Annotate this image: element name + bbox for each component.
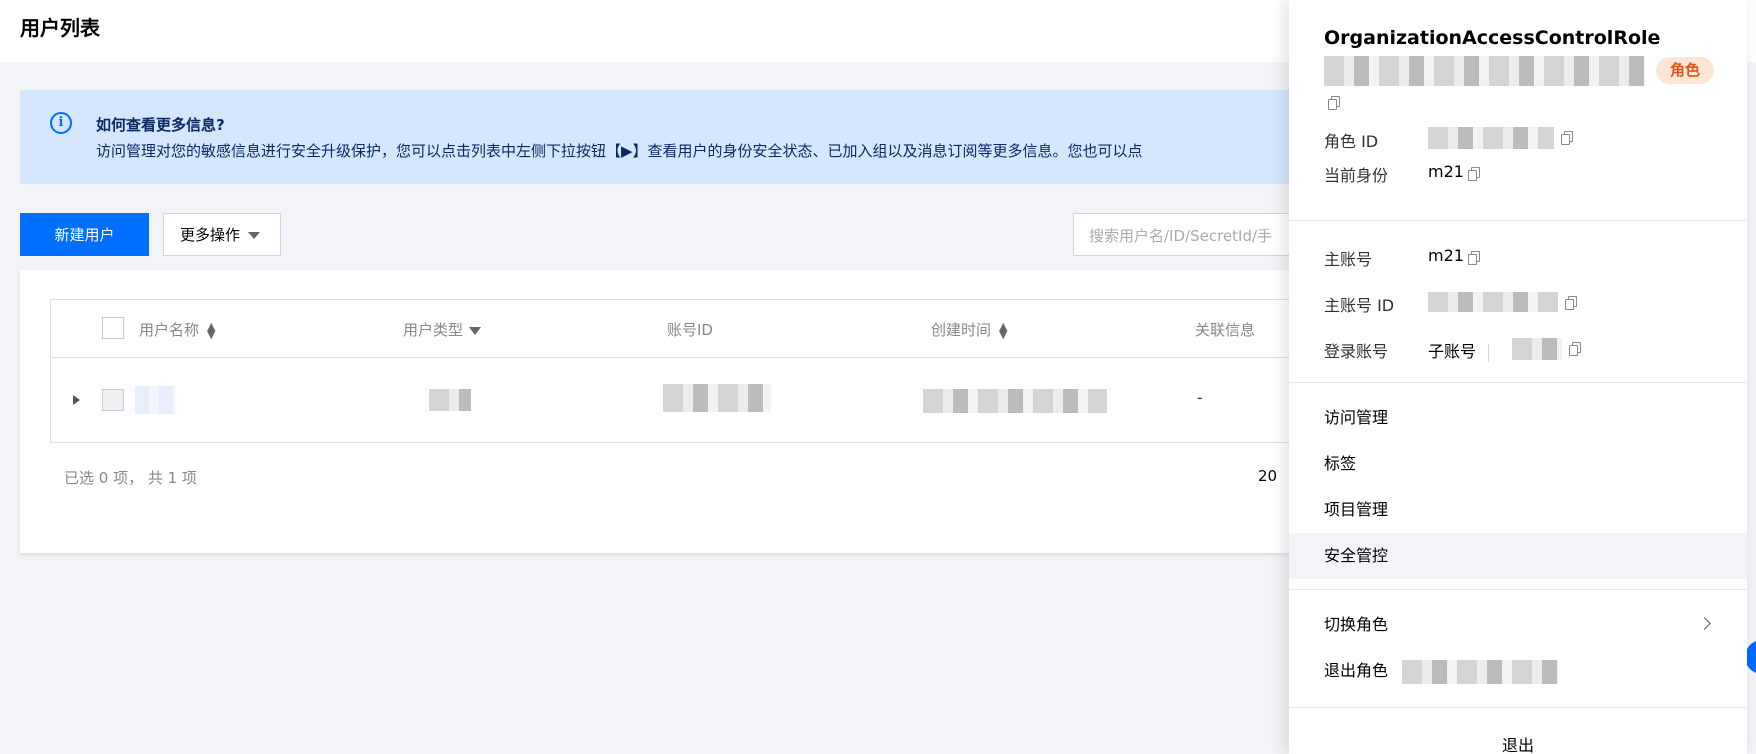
column-created-time[interactable]: 创建时间 ▲ ▼ <box>931 319 1007 340</box>
main-account-value: m21 <box>1428 246 1480 265</box>
filter-icon[interactable] <box>469 326 482 335</box>
caret-down-icon <box>248 232 261 239</box>
menu-divider <box>1289 382 1747 383</box>
menu-item-security-control[interactable]: 安全管控 <box>1289 533 1747 579</box>
copy-icon[interactable] <box>1569 342 1581 356</box>
table-header: 用户名称 ▲ ▼ 用户类型 账号ID 创建时间 ▲ ▼ 关联信息 <box>51 300 1349 358</box>
column-account-id: 账号ID <box>667 321 713 339</box>
role-badge: 角色 <box>1656 57 1714 84</box>
redacted-created-time <box>923 389 1107 413</box>
page-title: 用户列表 <box>20 16 100 40</box>
info-title: 如何查看更多信息? <box>96 116 225 134</box>
sort-icon[interactable]: ▲ ▼ <box>999 321 1007 340</box>
column-user-type[interactable]: 用户类型 <box>403 319 482 340</box>
menu-item-project-management[interactable]: 项目管理 <box>1289 487 1747 533</box>
select-all-checkbox[interactable] <box>102 317 124 339</box>
copy-icon[interactable] <box>1565 296 1577 310</box>
user-table: 用户名称 ▲ ▼ 用户类型 账号ID 创建时间 ▲ ▼ 关联信息 - <box>50 299 1350 443</box>
table-row: - <box>51 358 1349 443</box>
more-actions-button[interactable]: 更多操作 <box>163 213 281 256</box>
login-account-label: 登录账号 <box>1324 342 1389 361</box>
separator <box>1488 343 1490 362</box>
copy-icon[interactable] <box>1328 96 1340 110</box>
redacted-user-type <box>429 389 471 411</box>
redacted-account-id <box>663 384 771 412</box>
logout-button[interactable]: 退出 <box>1289 732 1747 754</box>
info-icon: i <box>50 112 72 134</box>
current-identity-label: 当前身份 <box>1324 166 1389 185</box>
linked-info-value: - <box>1197 388 1203 407</box>
sort-icon[interactable]: ▲ ▼ <box>207 321 215 340</box>
column-linked-info: 关联信息 <box>1195 321 1256 339</box>
redacted-main-account-id <box>1428 292 1558 312</box>
expand-row-icon[interactable] <box>73 395 80 405</box>
copy-icon[interactable] <box>1467 250 1480 265</box>
chevron-right-icon <box>1698 617 1711 630</box>
row-checkbox <box>102 389 124 411</box>
info-text: 访问管理对您的敏感信息进行安全升级保护，您可以点击列表中左侧下拉按钮【▶】查看用… <box>96 142 1143 160</box>
account-dropdown-menu: OrganizationAccessControlRole 角色 角色 ID 当… <box>1289 0 1747 754</box>
menu-item-tags[interactable]: 标签 <box>1289 441 1747 487</box>
redacted-username[interactable] <box>135 386 175 414</box>
copy-icon[interactable] <box>1561 131 1573 145</box>
menu-item-access-management[interactable]: 访问管理 <box>1289 395 1747 441</box>
redacted-role-arn <box>1324 56 1645 86</box>
menu-divider <box>1289 707 1747 708</box>
redacted-login-account <box>1512 338 1562 360</box>
redacted-exit-role-name <box>1402 660 1558 684</box>
user-table-panel: 用户名称 ▲ ▼ 用户类型 账号ID 创建时间 ▲ ▼ 关联信息 - 已选 0 项， 共… <box>20 270 1360 553</box>
column-username[interactable]: 用户名称 ▲ ▼ <box>139 319 215 340</box>
page-size-select[interactable]: 20 <box>1258 467 1277 485</box>
redacted-role-id <box>1428 127 1554 149</box>
main-account-id-label: 主账号 ID <box>1324 296 1395 315</box>
copy-icon[interactable] <box>1467 166 1480 181</box>
login-account-value: 子账号 <box>1428 338 1499 362</box>
menu-item-switch-role[interactable]: 切换角色 <box>1289 602 1747 648</box>
new-user-button[interactable]: 新建用户 <box>20 213 149 256</box>
current-identity-value: m21 <box>1428 162 1480 181</box>
menu-divider <box>1289 589 1747 590</box>
more-actions-label: 更多操作 <box>180 226 241 244</box>
info-banner: i 如何查看更多信息? 访问管理对您的敏感信息进行安全升级保护，您可以点击列表中… <box>20 90 1360 184</box>
menu-divider <box>1289 220 1747 221</box>
main-account-label: 主账号 <box>1324 250 1373 269</box>
role-id-label: 角色 ID <box>1324 132 1379 151</box>
selection-summary: 已选 0 项， 共 1 项 <box>64 469 197 487</box>
role-name: OrganizationAccessControlRole <box>1324 27 1661 49</box>
